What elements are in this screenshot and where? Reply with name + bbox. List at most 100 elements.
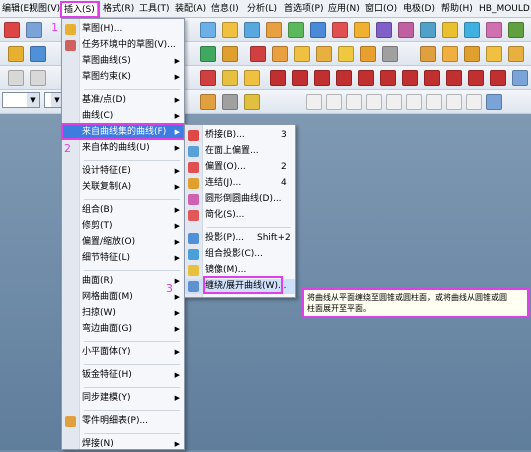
snap-icon[interactable] (512, 70, 528, 86)
menu-item-sketch[interactable]: 草图(H)... (62, 22, 184, 37)
menu-item-combined-projection[interactable]: 组合投影(C)... (185, 247, 295, 262)
hole-icon[interactable] (310, 22, 326, 38)
menu-item-join[interactable]: 连结(J)... 4 (185, 176, 295, 191)
sweep-icon[interactable] (288, 22, 304, 38)
menu-item-trim[interactable]: 修剪(T) ▶ (62, 219, 184, 234)
menu-hb-mould[interactable]: HB_MOULD (477, 2, 531, 16)
arc-center-icon[interactable] (386, 94, 402, 110)
cone-icon[interactable] (464, 46, 480, 62)
view-icon[interactable] (26, 22, 42, 38)
block-icon[interactable] (508, 46, 524, 62)
menu-item-sweep[interactable]: 扫掠(W) ▶ (62, 306, 184, 321)
menu-item-sketch-constraint[interactable]: 草图约束(K) ▶ (62, 70, 184, 85)
mesh-surface-icon[interactable] (272, 46, 288, 62)
rectangle-icon[interactable] (336, 70, 352, 86)
menu-item-offset[interactable]: 偏置(O)... 2 (185, 160, 295, 175)
ellipse-icon[interactable] (380, 70, 396, 86)
solid-icon[interactable] (4, 22, 20, 38)
save-icon[interactable] (30, 46, 46, 62)
extract-curve-icon[interactable] (244, 70, 260, 86)
menu-item-curve[interactable]: 曲线(C) ▶ (62, 109, 184, 124)
menu-item-bridge[interactable]: 桥接(B)... 3 (185, 128, 295, 143)
menu-tools[interactable]: 工具(T) (137, 2, 172, 16)
menu-item-synchronous-modeling[interactable]: 同步建模(Y) ▶ (62, 391, 184, 406)
draft-icon[interactable] (398, 22, 414, 38)
sketch-tool-icon[interactable] (222, 22, 238, 38)
select-feature-icon[interactable] (244, 94, 260, 110)
menu-item-facet-body[interactable]: 小平面体(Y) ▶ (62, 345, 184, 360)
menu-assembly[interactable]: 装配(A) (173, 2, 208, 16)
plane-icon[interactable] (222, 46, 238, 62)
quadrant-point-icon[interactable] (406, 94, 422, 110)
extend-icon[interactable] (360, 46, 376, 62)
shell-icon[interactable] (376, 22, 392, 38)
thicken-icon[interactable] (382, 46, 398, 62)
menu-preferences[interactable]: 首选项(P) (282, 2, 325, 16)
polygon-icon[interactable] (358, 70, 374, 86)
menu-info[interactable]: 信息(I) (209, 2, 241, 16)
select-all-icon[interactable] (222, 94, 238, 110)
surface-icon[interactable] (250, 46, 266, 62)
point-set-icon[interactable] (314, 70, 330, 86)
control-point-icon[interactable] (346, 94, 362, 110)
view-orient-icon[interactable] (486, 94, 502, 110)
menu-item-circular-fillet-curve[interactable]: 圆形倒圆曲线(D)... (185, 192, 295, 207)
point-on-curve-icon[interactable] (446, 94, 462, 110)
menu-help[interactable]: 帮助(H) (439, 2, 475, 16)
menu-item-offset-scale[interactable]: 偏置/缩放(O) ▶ (62, 235, 184, 250)
point-icon[interactable] (200, 46, 216, 62)
menu-item-offset-in-face[interactable]: 在面上偏置... (185, 144, 295, 159)
fillet-curve-icon[interactable] (490, 70, 506, 86)
menu-item-design-feature[interactable]: 设计特征(E) ▶ (62, 164, 184, 179)
spline-icon[interactable] (402, 70, 418, 86)
basic-arc-icon[interactable] (292, 70, 308, 86)
menu-item-combine[interactable]: 组合(B) ▶ (62, 203, 184, 218)
existing-point-icon[interactable] (426, 94, 442, 110)
intersection-point-icon[interactable] (366, 94, 382, 110)
section-curve-icon[interactable] (222, 70, 238, 86)
curve-tool-icon[interactable] (200, 22, 216, 38)
menu-item-simplify[interactable]: 简化(S)... (185, 208, 295, 223)
menu-analysis[interactable]: 分析(L) (245, 2, 279, 16)
basic-line-icon[interactable] (270, 70, 286, 86)
mirror-icon[interactable] (464, 22, 480, 38)
text-curve-icon[interactable] (446, 70, 462, 86)
menu-item-sketch-curve[interactable]: 草图曲线(S) ▶ (62, 54, 184, 69)
chamfer-icon[interactable] (354, 22, 370, 38)
intersect-curve-icon[interactable] (200, 70, 216, 86)
blend-icon[interactable] (332, 22, 348, 38)
extrude-icon[interactable] (244, 22, 260, 38)
menu-item-project[interactable]: 投影(P)... Shift+2 (185, 231, 295, 246)
type-filter-select[interactable]: ▼ (2, 92, 40, 108)
offset-surface-icon[interactable] (294, 46, 310, 62)
filter-icon[interactable] (200, 94, 216, 110)
menu-view[interactable]: 视图(V) (27, 2, 62, 16)
menu-item-detail-feature[interactable]: 细节特征(L) ▶ (62, 251, 184, 266)
law-curve-icon[interactable] (468, 70, 484, 86)
unite-icon[interactable] (486, 22, 502, 38)
open-icon[interactable] (8, 46, 24, 62)
revolve-icon[interactable] (266, 22, 282, 38)
point-on-face-icon[interactable] (466, 94, 482, 110)
box-icon[interactable] (420, 46, 436, 62)
helix-icon[interactable] (424, 70, 440, 86)
menu-item-flange-surface[interactable]: 弯边曲面(G) ▶ (62, 322, 184, 337)
menu-electrode[interactable]: 电极(D) (401, 2, 437, 16)
patch-icon[interactable] (338, 46, 354, 62)
menu-item-curve-from-bodies[interactable]: 来自体的曲线(U) ▶ (62, 141, 184, 156)
cylinder-icon[interactable] (442, 46, 458, 62)
line-icon[interactable] (8, 70, 24, 86)
sphere-icon[interactable] (486, 46, 502, 62)
menu-item-sketch-in-task[interactable]: 任务环境中的草图(V)... (62, 38, 184, 53)
menu-application[interactable]: 应用(N) (326, 2, 362, 16)
end-point-icon[interactable] (306, 94, 322, 110)
arc-icon[interactable] (30, 70, 46, 86)
menu-item-associative-copy[interactable]: 关联复制(A) ▶ (62, 180, 184, 195)
menu-window[interactable]: 窗口(O) (363, 2, 399, 16)
menu-format[interactable]: 格式(R) (101, 2, 136, 16)
menu-item-parts-list[interactable]: 零件明细表(P)... (62, 414, 184, 429)
trim-icon[interactable] (420, 22, 436, 38)
subtract-icon[interactable] (508, 22, 524, 38)
pattern-icon[interactable] (442, 22, 458, 38)
mid-point-icon[interactable] (326, 94, 342, 110)
